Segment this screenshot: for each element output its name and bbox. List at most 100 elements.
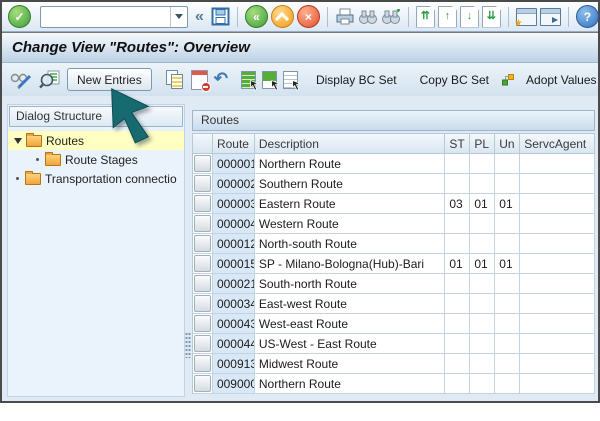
cell-route[interactable]: 000003 bbox=[212, 194, 255, 214]
column-header-route[interactable]: Route bbox=[212, 134, 255, 154]
sidebar-item-route-stages[interactable]: Route Stages bbox=[8, 150, 184, 169]
cell-servc-agent[interactable] bbox=[520, 274, 596, 294]
cell-pl[interactable]: 01 bbox=[470, 194, 496, 214]
copy-as-button[interactable] bbox=[165, 69, 185, 90]
cell-un[interactable] bbox=[495, 274, 521, 294]
delete-line-button[interactable] bbox=[190, 69, 211, 92]
cell-un[interactable] bbox=[495, 154, 521, 174]
row-selector-button[interactable] bbox=[193, 295, 211, 312]
column-header-servcagent[interactable]: ServcAgent bbox=[520, 134, 596, 154]
cell-servc-agent[interactable] bbox=[520, 194, 596, 214]
cell-route[interactable]: 000913 bbox=[212, 354, 255, 374]
cell-description[interactable]: Southern Route bbox=[254, 174, 446, 194]
deselect-all-button[interactable] bbox=[282, 70, 301, 91]
cell-route[interactable]: 000043 bbox=[212, 314, 255, 334]
next-page-button[interactable]: ↓ bbox=[459, 5, 479, 28]
column-header-un[interactable]: Un bbox=[495, 134, 521, 154]
row-selector-button[interactable] bbox=[193, 235, 211, 252]
cell-st[interactable]: 01 bbox=[445, 254, 471, 274]
cell-st[interactable] bbox=[445, 274, 471, 294]
cell-description[interactable]: Northern Route bbox=[254, 374, 446, 394]
selector-column-header[interactable] bbox=[193, 134, 213, 154]
position-button[interactable] bbox=[39, 70, 61, 89]
cell-un[interactable] bbox=[495, 314, 521, 334]
cell-st[interactable] bbox=[445, 334, 471, 354]
panel-splitter-handle[interactable] bbox=[185, 332, 191, 358]
cell-description[interactable]: Western Route bbox=[254, 214, 446, 234]
first-page-button[interactable]: ⇈ bbox=[415, 5, 435, 28]
row-selector-button[interactable] bbox=[193, 335, 211, 352]
previous-page-button[interactable]: ↑ bbox=[437, 5, 457, 28]
save-button[interactable] bbox=[211, 7, 230, 26]
command-field-input[interactable] bbox=[41, 8, 170, 25]
copy-bc-set-button[interactable]: Copy BC Set bbox=[415, 71, 494, 89]
row-selector-button[interactable] bbox=[193, 215, 211, 232]
row-selector-button[interactable] bbox=[193, 155, 211, 172]
cell-servc-agent[interactable] bbox=[520, 254, 596, 274]
cell-st[interactable] bbox=[445, 354, 471, 374]
cell-description[interactable]: East-west Route bbox=[254, 294, 446, 314]
row-selector-button[interactable] bbox=[193, 175, 211, 192]
cell-pl[interactable]: 01 bbox=[470, 254, 496, 274]
cell-pl[interactable] bbox=[470, 174, 496, 194]
cell-st[interactable]: 03 bbox=[445, 194, 471, 214]
cell-route[interactable]: 000001 bbox=[212, 154, 255, 174]
cell-servc-agent[interactable] bbox=[520, 174, 596, 194]
cell-route[interactable]: 000015 bbox=[212, 254, 255, 274]
column-header-pl[interactable]: PL bbox=[470, 134, 496, 154]
cell-description[interactable]: Northern Route bbox=[254, 154, 446, 174]
cell-route[interactable]: 000021 bbox=[212, 274, 255, 294]
cell-route[interactable]: 000004 bbox=[212, 214, 255, 234]
cell-servc-agent[interactable] bbox=[520, 214, 596, 234]
select-all-button[interactable] bbox=[240, 70, 259, 91]
row-selector-button[interactable] bbox=[193, 255, 211, 272]
cell-pl[interactable] bbox=[470, 374, 496, 394]
cell-un[interactable] bbox=[495, 294, 521, 314]
column-header-description[interactable]: Description bbox=[254, 134, 446, 154]
cell-servc-agent[interactable] bbox=[520, 314, 596, 334]
select-block-button[interactable] bbox=[261, 70, 280, 91]
cell-un[interactable] bbox=[495, 174, 521, 194]
adopt-values-button[interactable]: Adopt Values bbox=[521, 71, 600, 89]
cell-st[interactable] bbox=[445, 154, 471, 174]
cell-description[interactable]: Eastern Route bbox=[254, 194, 446, 214]
cell-route[interactable]: 000034 bbox=[212, 294, 255, 314]
exit-button[interactable]: × bbox=[296, 5, 320, 28]
bc-set-button[interactable] bbox=[500, 72, 515, 87]
cell-un[interactable] bbox=[495, 214, 521, 234]
cell-servc-agent[interactable] bbox=[520, 354, 596, 374]
column-header-st[interactable]: ST bbox=[445, 134, 471, 154]
cell-servc-agent[interactable] bbox=[520, 154, 596, 174]
row-selector-button[interactable] bbox=[193, 195, 211, 212]
cell-un[interactable]: 01 bbox=[495, 254, 521, 274]
cell-route[interactable]: 009000 bbox=[212, 374, 255, 394]
find-next-button[interactable] bbox=[381, 8, 401, 25]
cell-pl[interactable] bbox=[470, 314, 496, 334]
collapse-toolbar-button[interactable]: « bbox=[195, 8, 204, 26]
sidebar-item-transportation-connectio[interactable]: Transportation connectio bbox=[8, 169, 184, 188]
cell-pl[interactable] bbox=[470, 334, 496, 354]
cell-description[interactable]: Midwest Route bbox=[254, 354, 446, 374]
cell-pl[interactable] bbox=[470, 214, 496, 234]
cell-st[interactable] bbox=[445, 314, 471, 334]
cell-pl[interactable] bbox=[470, 354, 496, 374]
find-button[interactable] bbox=[358, 9, 378, 25]
cell-pl[interactable] bbox=[470, 294, 496, 314]
enter-button[interactable]: ✓ bbox=[8, 5, 31, 28]
command-field-dropdown-button[interactable] bbox=[170, 6, 187, 27]
cell-st[interactable] bbox=[445, 214, 471, 234]
row-selector-button[interactable] bbox=[193, 375, 211, 392]
back-button[interactable]: « bbox=[244, 5, 268, 28]
cell-pl[interactable] bbox=[470, 274, 496, 294]
cell-servc-agent[interactable] bbox=[520, 334, 596, 354]
cell-description[interactable]: North-south Route bbox=[254, 234, 446, 254]
cell-un[interactable]: 01 bbox=[495, 194, 521, 214]
cell-st[interactable] bbox=[445, 174, 471, 194]
cell-description[interactable]: South-north Route bbox=[254, 274, 446, 294]
cell-servc-agent[interactable] bbox=[520, 294, 596, 314]
row-selector-button[interactable] bbox=[193, 275, 211, 292]
cell-servc-agent[interactable] bbox=[520, 374, 596, 394]
help-button[interactable]: ? bbox=[575, 5, 599, 28]
display-change-toggle-button[interactable] bbox=[10, 71, 33, 89]
command-field-combobox[interactable] bbox=[40, 5, 188, 28]
